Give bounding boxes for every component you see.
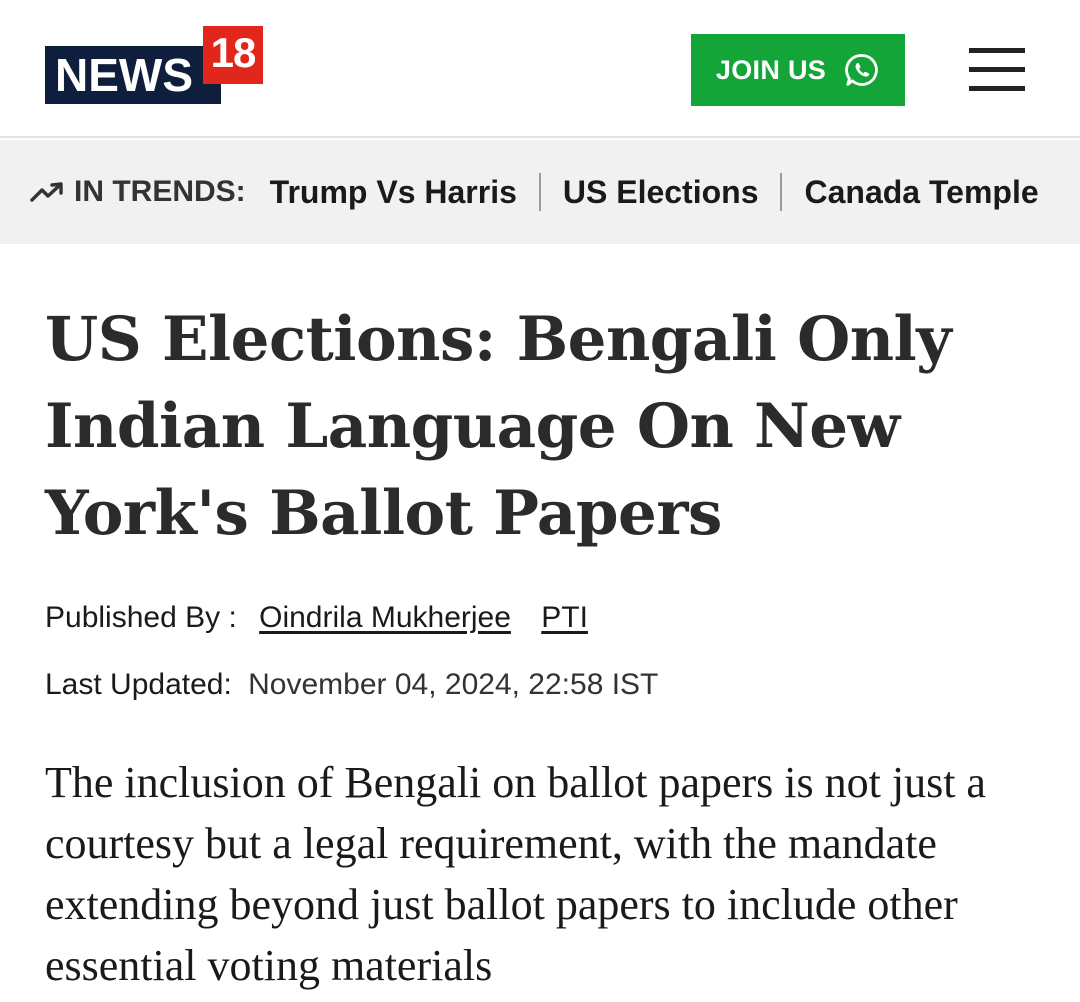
menu-line [969, 48, 1025, 53]
last-updated: Last Updated: November 04, 2024, 22:58 I… [45, 665, 658, 705]
trending-up-icon [30, 182, 63, 202]
menu-line [969, 67, 1025, 72]
trends-list: IN TRENDS: Trump Vs Harris US Elections … [30, 140, 1039, 244]
trend-link-us-elections[interactable]: US Elections [563, 174, 759, 211]
article-summary: The inclusion of Bengali on ballot paper… [45, 758, 986, 990]
article-headline: US Elections: Bengali Only Indian Langua… [45, 304, 952, 549]
logo-18-badge: 18 [203, 26, 263, 84]
hamburger-menu-icon[interactable] [969, 48, 1027, 92]
trend-divider [780, 173, 783, 211]
published-by-label: Published By : [45, 601, 237, 634]
trends-label: IN TRENDS: [74, 175, 246, 208]
last-updated-value: November 04, 2024, 22:58 IST [248, 668, 659, 701]
join-us-button[interactable]: JOIN US [691, 34, 905, 106]
whatsapp-icon [845, 54, 878, 86]
trend-divider [538, 173, 541, 211]
news18-logo[interactable]: NEWS 18 [45, 26, 265, 106]
last-updated-label: Last Updated: [45, 668, 232, 701]
site-header: NEWS 18 JOIN US [0, 0, 1080, 138]
author-link[interactable]: Oindrila Mukherjee [259, 601, 511, 634]
byline: Published By : Oindrila Mukherjee PTI [45, 598, 596, 638]
join-us-label: JOIN US [715, 54, 827, 85]
logo-news-text: NEWS [45, 46, 221, 104]
trends-bar: IN TRENDS: Trump Vs Harris US Elections … [0, 140, 1080, 244]
trend-link-canada-temple[interactable]: Canada Temple [804, 174, 1038, 211]
agency-link[interactable]: PTI [541, 601, 588, 634]
menu-line [969, 86, 1025, 91]
trend-link-trump-vs-harris[interactable]: Trump Vs Harris [270, 174, 517, 211]
